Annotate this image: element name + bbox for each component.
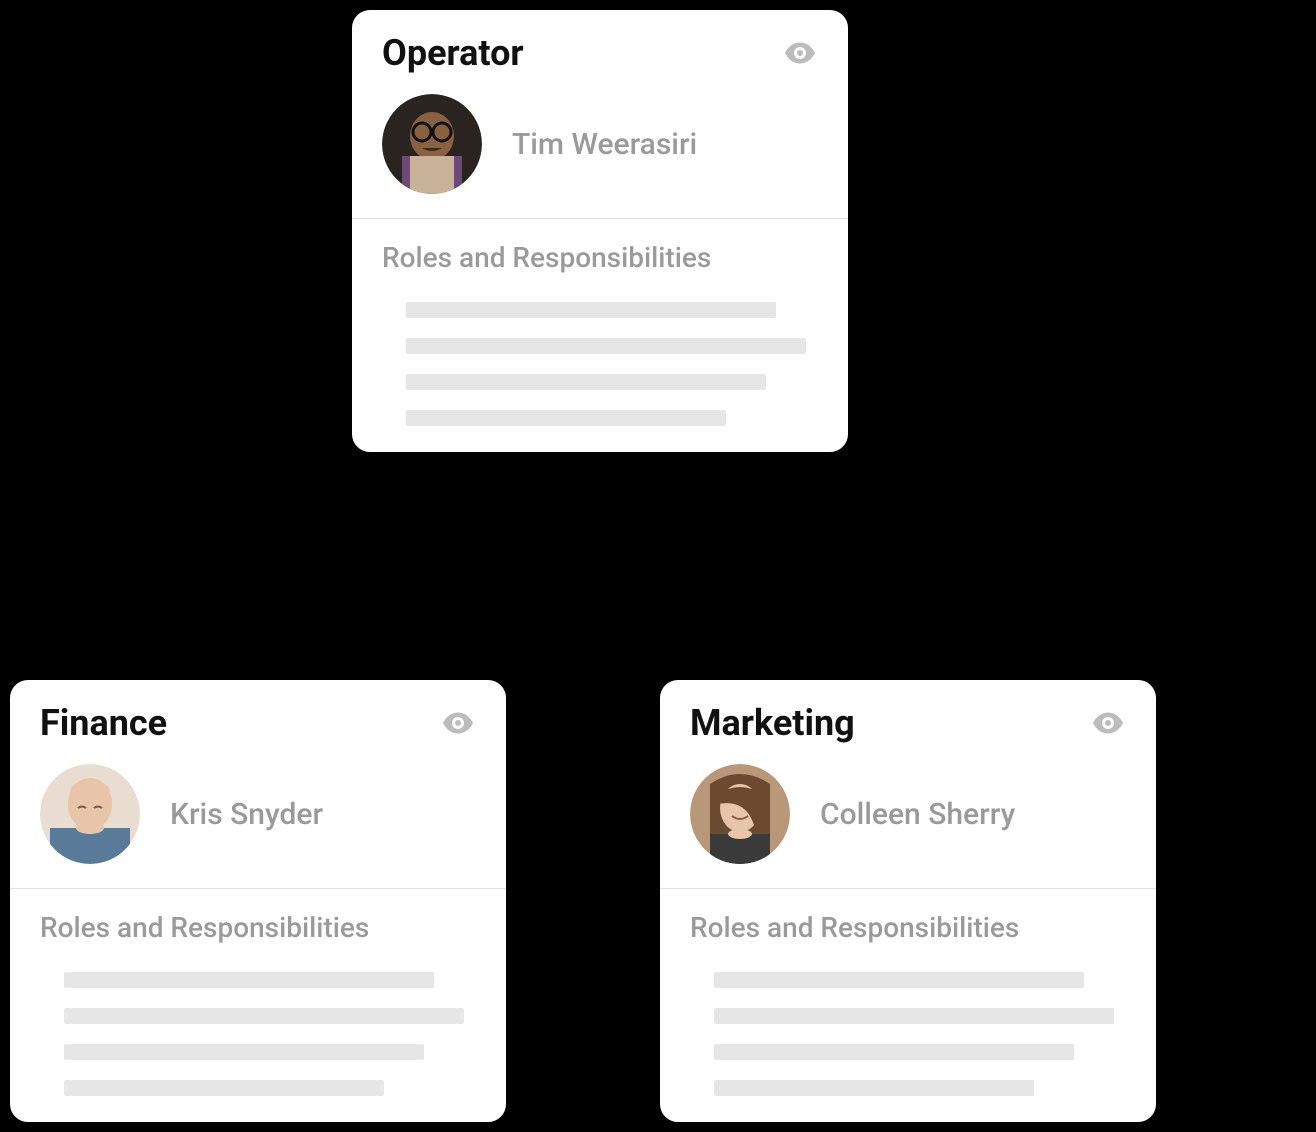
org-card-marketing[interactable]: Marketing Colleen Sherry Roles and Respo… (658, 678, 1158, 1124)
roles-heading: Roles and Responsibilities (40, 911, 476, 944)
roles-placeholder (690, 972, 1126, 1096)
person-name: Colleen Sherry (820, 797, 1015, 832)
org-card-operator[interactable]: Operator Tim Weerasiri Roles and Respons… (350, 8, 850, 454)
eye-icon[interactable] (782, 35, 818, 71)
roles-placeholder (40, 972, 476, 1096)
roles-placeholder (382, 302, 818, 426)
card-title: Operator (382, 32, 524, 74)
eye-icon[interactable] (1090, 705, 1126, 741)
roles-heading: Roles and Responsibilities (382, 241, 818, 274)
card-title: Finance (40, 702, 167, 744)
org-card-finance[interactable]: Finance Kris Snyder Roles and Responsibi… (8, 678, 508, 1124)
eye-icon[interactable] (440, 705, 476, 741)
person-name: Tim Weerasiri (512, 127, 697, 162)
card-title: Marketing (690, 702, 855, 744)
avatar (40, 764, 140, 864)
avatar (690, 764, 790, 864)
roles-heading: Roles and Responsibilities (690, 911, 1126, 944)
person-name: Kris Snyder (170, 797, 323, 832)
avatar (382, 94, 482, 194)
